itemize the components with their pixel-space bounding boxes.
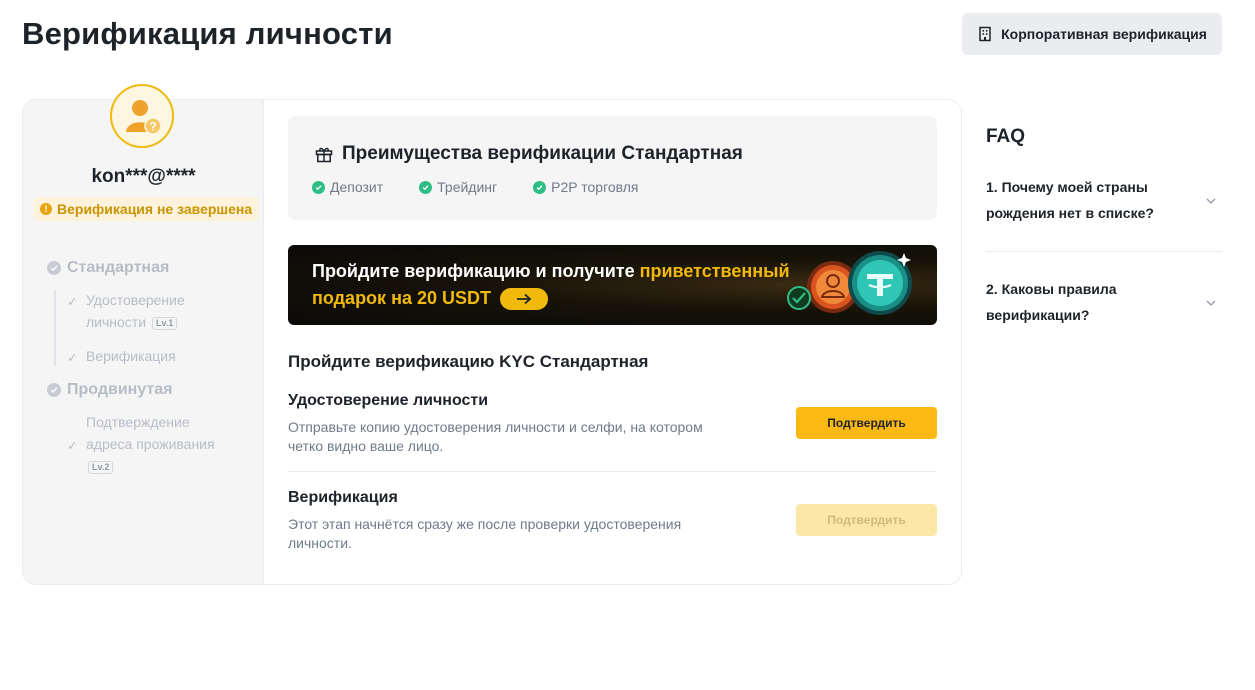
benefit-label: P2P торговля: [551, 179, 639, 195]
faq-item-2[interactable]: 2. Каковы правила верификации?: [986, 276, 1222, 328]
building-icon: [979, 26, 991, 42]
check-circle-icon: [312, 180, 325, 194]
arrow-right-icon[interactable]: [500, 288, 548, 311]
warning-icon: !: [40, 203, 52, 215]
benefits-title: Преимущества верификации Стандартная: [314, 143, 743, 165]
step-address: ✓ Подтверждение адреса проживания Lv.2: [67, 411, 215, 477]
avatar: ?: [110, 84, 174, 148]
divider: [288, 471, 937, 472]
confirm-verification-button[interactable]: Подтвердить: [796, 504, 937, 536]
verification-row-description: Этот этап начнётся сразу же после провер…: [288, 516, 682, 551]
identity-row-description: Отправьте копию удостоверения личности и…: [288, 419, 703, 454]
benefits-panel: Преимущества верификации Стандартная Деп…: [288, 116, 937, 220]
verification-card: kon***@**** ! Верификация не завершена С…: [22, 99, 962, 585]
chevron-down-icon: [1206, 300, 1216, 306]
benefit-item: Трейдинг: [419, 179, 497, 195]
check-circle-icon: [47, 383, 61, 397]
checkmark-icon: ✓: [67, 438, 78, 453]
benefit-item: P2P торговля: [533, 179, 639, 195]
faq-question: 1. Почему моей страны рождения нет в спи…: [986, 179, 1154, 221]
level-connector: [54, 290, 56, 366]
status-text: Верификация не завершена: [57, 201, 253, 217]
banner-text-main: Пройдите верификацию и получите: [312, 261, 640, 281]
corporate-verification-button[interactable]: Корпоративная верификация: [962, 13, 1222, 55]
confirm-identity-button[interactable]: Подтвердить: [796, 407, 937, 439]
faq-divider: [986, 251, 1222, 252]
checkmark-icon: ✓: [67, 294, 78, 309]
level-label: Продвинутая: [67, 381, 173, 398]
checkmark-icon: ✓: [67, 350, 78, 365]
verification-row-title: Верификация: [288, 489, 398, 506]
corporate-verification-label: Корпоративная верификация: [1001, 26, 1207, 42]
level-standard: Стандартная: [47, 259, 169, 277]
faq-question: 2. Каковы правила верификации?: [986, 281, 1117, 323]
sidebar: kon***@**** ! Верификация не завершена С…: [23, 100, 264, 584]
level-badge: Lv.1: [151, 316, 178, 330]
step-label-line: Верификация: [86, 348, 176, 364]
promo-banner[interactable]: Пройдите верификацию и получите приветст…: [288, 245, 937, 325]
benefit-label: Депозит: [330, 179, 384, 195]
kyc-section-title: Пройдите верификацию KYC Стандартная: [288, 352, 649, 371]
level-label: Стандартная: [67, 259, 170, 276]
benefits-title-text: Преимущества верификации Стандартная: [342, 143, 743, 164]
svg-text:?: ?: [149, 120, 156, 134]
check-circle-icon: [47, 261, 61, 275]
level-advanced: Продвинутая: [47, 381, 173, 399]
step-label-line: Удостоверение: [86, 292, 185, 308]
step-label-line: Подтверждение: [86, 414, 190, 430]
benefit-item: Депозит: [312, 179, 383, 195]
step-verification: ✓ Верификация: [67, 345, 176, 369]
step-label-line: адреса проживания: [86, 436, 215, 452]
user-unknown-icon: ?: [126, 100, 162, 135]
level-badge: Lv.2: [88, 460, 114, 474]
step-label-line: личности: [86, 314, 147, 330]
benefit-label: Трейдинг: [437, 179, 498, 195]
step-identity: ✓ Удостоверение личности Lv.1: [67, 289, 185, 333]
benefits-list: Депозит Трейдинг P2P торговля: [312, 179, 639, 195]
page-title: Верификация личности: [22, 16, 393, 51]
gift-icon: [315, 147, 333, 163]
chevron-down-icon: [1206, 198, 1216, 204]
check-circle-icon: [533, 180, 547, 194]
status-badge: ! Верификация не завершена: [34, 197, 259, 221]
reward-coins-icon: [787, 251, 912, 315]
check-circle-icon: [419, 180, 433, 194]
identity-row-title: Удостоверение личности: [288, 392, 489, 409]
banner-text: Пройдите верификацию и получите приветст…: [312, 258, 792, 312]
faq-item-1[interactable]: 1. Почему моей страны рождения нет в спи…: [986, 174, 1222, 226]
username: kon***@****: [91, 166, 196, 187]
faq-title: FAQ: [986, 126, 1026, 147]
